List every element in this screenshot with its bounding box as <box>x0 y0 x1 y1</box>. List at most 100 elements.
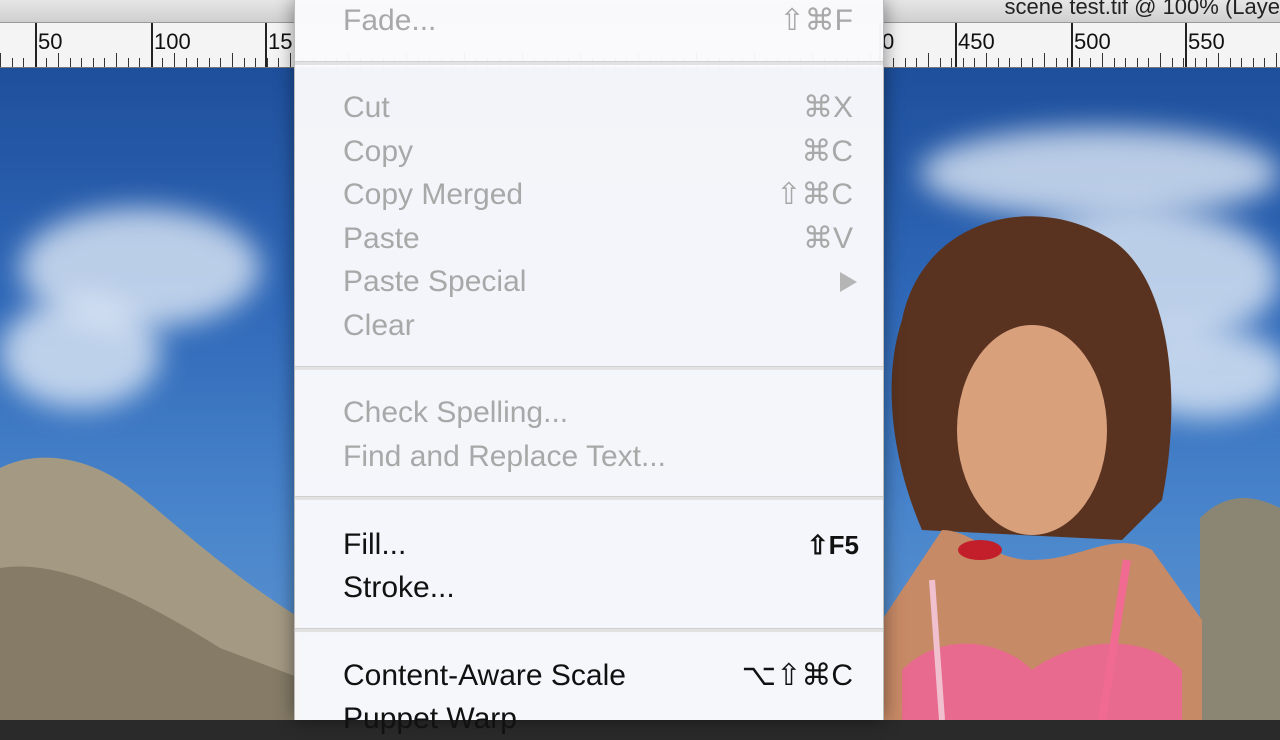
ruler-tick <box>186 58 187 67</box>
ruler-tick <box>93 58 94 67</box>
menu-separator <box>295 628 883 632</box>
menu-separator <box>295 366 883 370</box>
menu-separator <box>295 496 883 500</box>
ruler-tick <box>128 58 129 67</box>
ruler-tick <box>1021 58 1022 67</box>
menu-item-shortcut: ⌘X <box>802 91 853 124</box>
menu-item-stroke[interactable]: Stroke... <box>295 567 883 609</box>
ruler-tick <box>1264 58 1265 67</box>
ruler-tick <box>139 58 140 67</box>
ruler-label: 100 <box>154 29 191 54</box>
menu-item-label: Copy Merged <box>343 178 524 211</box>
ruler-tick <box>1102 53 1103 67</box>
ruler-tick <box>974 58 975 67</box>
ruler-tick <box>197 58 198 67</box>
ruler-tick <box>116 53 117 67</box>
ruler-tick <box>267 58 268 67</box>
ruler-tick <box>1114 58 1115 67</box>
ruler-tick <box>916 58 917 67</box>
menu-item-shortcut: ⌘V <box>802 222 853 255</box>
ruler-major-tick <box>35 23 37 67</box>
ruler-tick <box>104 58 105 67</box>
menu-item-find-and-replace-text: Find and Replace Text... <box>295 436 883 478</box>
ruler-tick <box>1044 53 1045 67</box>
ruler-tick <box>1009 58 1010 67</box>
woman-photo <box>882 216 1202 720</box>
ruler-tick <box>1056 58 1057 67</box>
ruler-tick <box>1148 58 1149 67</box>
ruler-major-tick <box>1071 23 1073 67</box>
ruler-label: 550 <box>1188 29 1225 54</box>
edit-menu: Fade... ⇧⌘F Cut ⌘X Copy ⌘C Copy Merged ⇧⌘C Paste… <box>294 0 884 735</box>
ruler-tick <box>1230 58 1231 67</box>
ruler-tick <box>1137 58 1138 67</box>
menu-item-shortcut: ⌥⇧⌘C <box>741 659 853 692</box>
ruler-tick <box>1067 58 1068 67</box>
ruler-tick <box>81 58 82 67</box>
menu-item-fade: Fade... ⇧⌘F <box>295 0 883 42</box>
menu-item-copy-merged: Copy Merged ⇧⌘C <box>295 174 883 216</box>
ruler-tick <box>12 58 13 67</box>
ruler-tick <box>905 58 906 67</box>
menu-item-label: Fade... <box>343 4 437 37</box>
ruler-tick <box>220 58 221 67</box>
ruler-label: 500 <box>1074 29 1111 54</box>
ruler-tick <box>70 58 71 67</box>
ruler-tick <box>928 53 929 67</box>
menu-item-cut: Cut ⌘X <box>295 87 883 129</box>
menu-item-label: Find and Replace Text... <box>343 440 666 473</box>
ruler-tick <box>1172 58 1173 67</box>
menu-item-label: Cut <box>343 91 390 124</box>
ruler-tick <box>1090 58 1091 67</box>
ruler-tick <box>58 53 59 67</box>
ruler-tick <box>1276 53 1277 67</box>
menu-item-label: Stroke... <box>343 571 455 604</box>
ruler-tick <box>1183 58 1184 67</box>
ruler-tick <box>1195 58 1196 67</box>
ruler-tick <box>986 53 987 67</box>
ruler-tick <box>23 58 24 67</box>
ruler-tick <box>1206 58 1207 67</box>
menu-separator <box>295 61 883 65</box>
menu-item-label: Content-Aware Scale <box>343 659 626 692</box>
ruler-tick <box>1253 58 1254 67</box>
ruler-tick <box>1160 53 1161 67</box>
ruler-tick <box>0 53 1 67</box>
menu-item-puppet-warp[interactable]: Puppet Warp <box>295 698 883 740</box>
ruler-tick <box>290 53 291 67</box>
ruler-tick <box>278 58 279 67</box>
menu-item-shortcut: ⇧F5 <box>806 530 859 560</box>
ruler-tick <box>1032 58 1033 67</box>
ruler-tick <box>893 58 894 67</box>
menu-item-shortcut: ⌘C <box>801 135 853 168</box>
menu-item-shortcut: ⇧⌘C <box>776 178 853 211</box>
menu-item-label: Puppet Warp <box>343 702 517 735</box>
ruler-tick <box>1079 58 1080 67</box>
menu-item-label: Paste <box>343 222 420 255</box>
document-title: scene test.tif @ 100% (Laye <box>1004 0 1280 19</box>
ruler-major-tick <box>151 23 153 67</box>
ruler-label: 450 <box>958 29 995 54</box>
ruler-tick <box>963 58 964 67</box>
rocky-hill-image <box>0 457 300 720</box>
menu-item-check-spelling: Check Spelling... <box>295 392 883 434</box>
submenu-arrow-icon <box>840 272 857 292</box>
ruler-major-tick <box>955 23 957 67</box>
ruler-tick <box>940 58 941 67</box>
ruler-tick <box>1241 58 1242 67</box>
ruler-tick <box>209 58 210 67</box>
menu-item-label: Copy <box>343 135 414 168</box>
ruler-major-tick <box>265 23 267 67</box>
menu-item-content-aware-scale[interactable]: Content-Aware Scale ⌥⇧⌘C <box>295 655 883 697</box>
menu-item-label: Check Spelling... <box>343 396 569 429</box>
menu-item-fill[interactable]: Fill... ⇧F5 <box>295 524 883 566</box>
menu-item-label: Paste Special <box>343 265 527 298</box>
menu-item-label: Fill... <box>343 528 407 561</box>
ruler-tick <box>232 53 233 67</box>
ruler-tick <box>1218 53 1219 67</box>
ruler-tick <box>998 58 999 67</box>
menu-item-shortcut: ⇧⌘F <box>779 4 853 37</box>
ruler-tick <box>46 58 47 67</box>
ruler-tick <box>244 58 245 67</box>
ruler-major-tick <box>1185 23 1187 67</box>
